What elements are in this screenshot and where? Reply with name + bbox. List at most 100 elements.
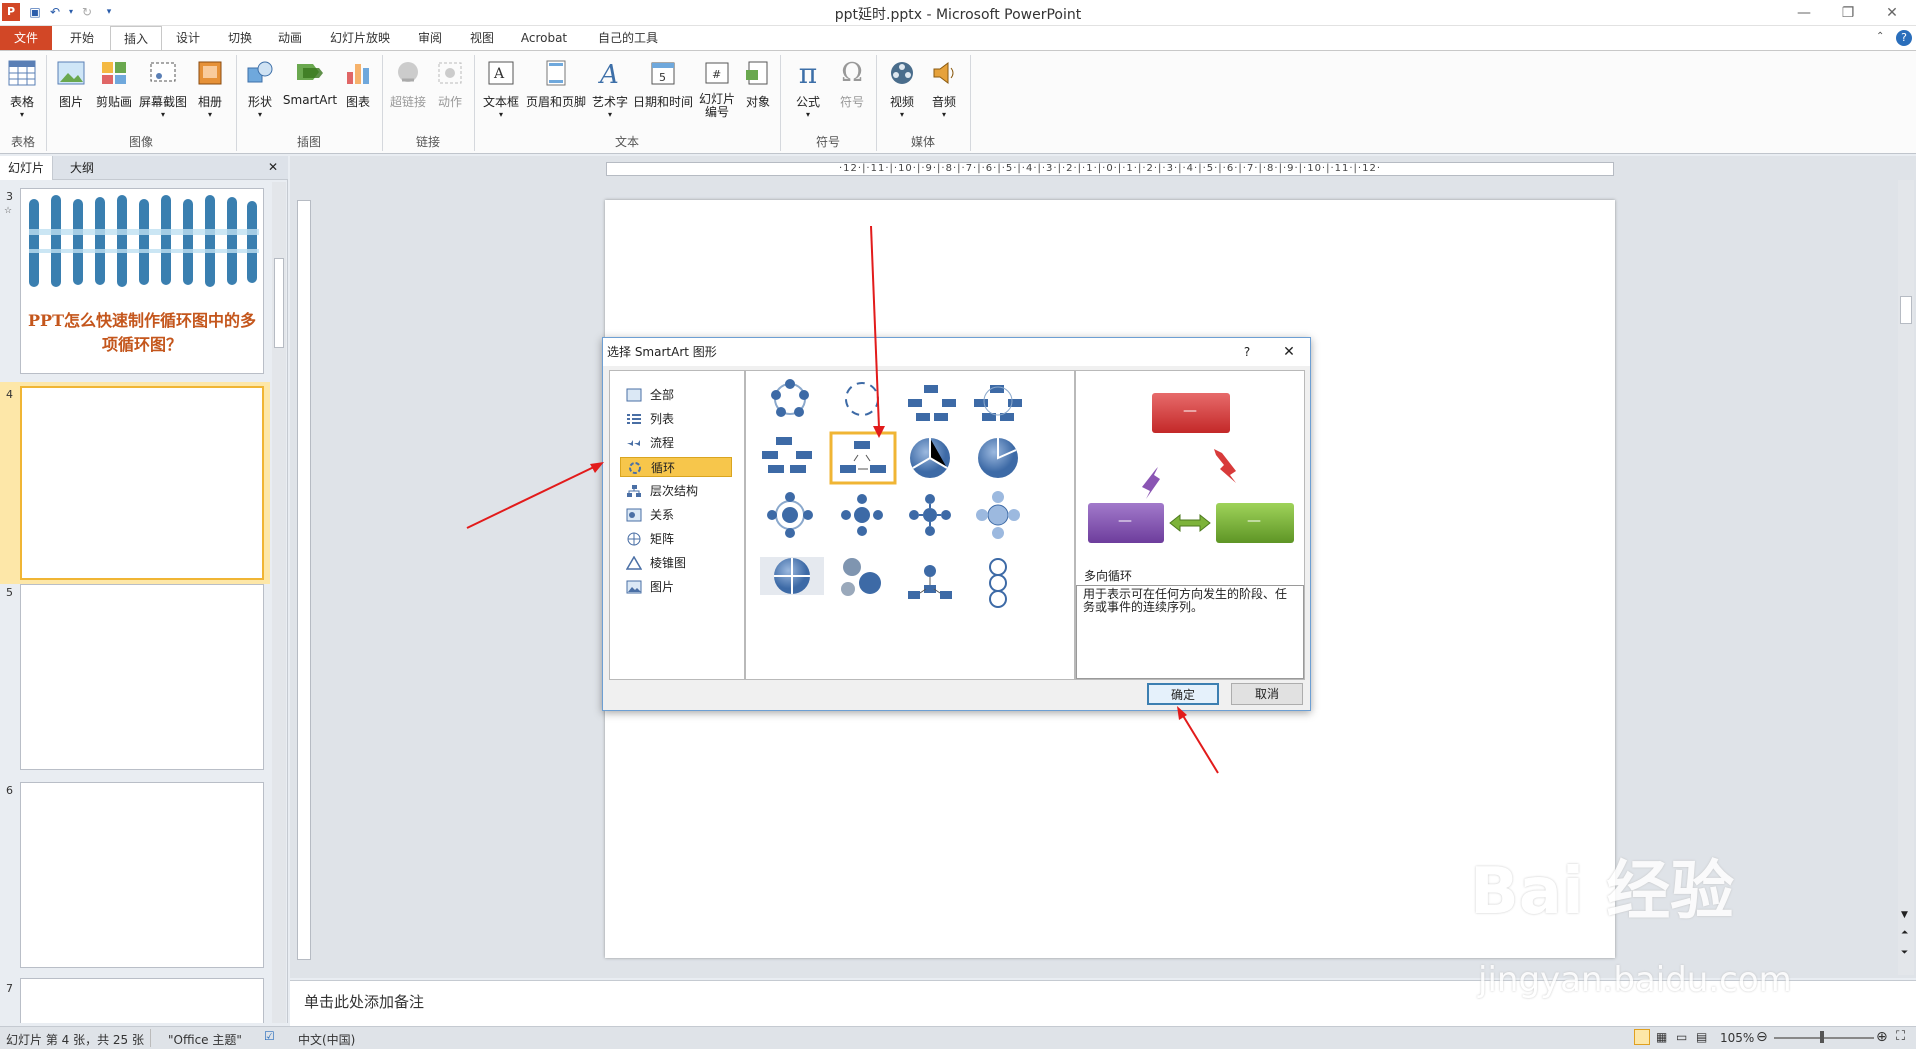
basic-radial-thumb[interactable] (841, 494, 883, 536)
cancel-button[interactable]: 取消 (1231, 683, 1303, 705)
basic-cycle-thumb[interactable] (771, 379, 809, 417)
block-cycle-thumb[interactable] (908, 385, 956, 421)
album-button[interactable]: 相册 ▾ (192, 57, 228, 119)
scroll-thumb[interactable] (274, 258, 284, 348)
object-button[interactable]: 对象 (740, 57, 776, 110)
thumbnail-scrollbar[interactable] (272, 182, 286, 1023)
tab-view[interactable]: 视图 (462, 26, 502, 50)
category-hierarchy[interactable]: 层次结构 (620, 481, 732, 501)
tab-custom-tools[interactable]: 自己的工具 (590, 26, 666, 50)
category-list[interactable]: 列表 (620, 409, 732, 429)
tab-acrobat[interactable]: Acrobat (516, 26, 572, 50)
slide-thumbnail-7[interactable] (20, 978, 264, 1023)
editor-scrollbar[interactable]: ▼ ⏶ ⏷ (1898, 180, 1914, 975)
audio-button[interactable]: 音频 ▾ (924, 57, 964, 119)
reading-view-icon[interactable]: ▭ (1676, 1030, 1687, 1044)
preview-shape-text: — (1118, 513, 1132, 529)
nondirectional-cycle-thumb[interactable] (974, 385, 1022, 421)
tab-transitions[interactable]: 切换 (218, 26, 262, 50)
segmented-cycle-thumb[interactable] (910, 438, 950, 478)
dialog-help-button[interactable]: ? (1237, 338, 1257, 366)
multidirectional-cycle-selected[interactable] (829, 431, 897, 485)
wordart-button[interactable]: A 艺术字 ▾ (590, 57, 630, 119)
datetime-button[interactable]: 5 日期和时间 (632, 57, 694, 110)
scroll-thumb[interactable] (1900, 296, 1912, 324)
dialog-close-button[interactable]: ✕ (1277, 338, 1301, 366)
slide-thumbnail-3[interactable]: PPT怎么快速制作循环图中的多项循环图？ (20, 188, 264, 374)
help-icon[interactable]: ? (1896, 30, 1912, 46)
tab-animations[interactable]: 动画 (268, 26, 312, 50)
close-window-icon[interactable]: ✕ (1872, 2, 1912, 24)
zoom-slider[interactable] (1774, 1037, 1874, 1039)
tab-outline[interactable]: 大纲 (62, 156, 102, 180)
text-cycle-thumb[interactable] (845, 382, 879, 416)
header-footer-button[interactable]: 页眉和页脚 (524, 57, 588, 110)
equation-button[interactable]: π 公式 ▾ (786, 57, 830, 120)
previous-slide-icon[interactable]: ⏶ (1901, 928, 1908, 938)
tab-file[interactable]: 文件 (0, 26, 52, 50)
category-relationship[interactable]: 关系 (620, 505, 732, 525)
diverging-radial-thumb[interactable] (909, 494, 951, 536)
slide-thumbnail-4[interactable] (20, 386, 264, 580)
slide-number-button[interactable]: # 幻灯片 编号 (696, 57, 738, 119)
shapes-button[interactable]: 形状 ▾ (242, 57, 278, 119)
slide-thumbnail-5[interactable] (20, 584, 264, 770)
restore-icon[interactable]: ❐ (1828, 2, 1868, 24)
pie-cycle-thumb[interactable] (978, 438, 1018, 478)
film-reel-icon (885, 57, 919, 89)
chart-button[interactable]: 图表 (340, 57, 376, 110)
screenshot-button[interactable]: 屏幕截图 ▾ (138, 57, 188, 119)
cycle-matrix-thumb[interactable] (760, 557, 824, 595)
tab-home[interactable]: 开始 (60, 26, 104, 50)
category-picture[interactable]: 图片 (620, 577, 732, 597)
tab-design[interactable]: 设计 (166, 26, 210, 50)
slideshow-view-icon[interactable]: ▤ (1696, 1030, 1707, 1044)
tab-slideshow[interactable]: 幻灯片放映 (322, 26, 398, 50)
slide-number: 5 (6, 586, 13, 599)
minimize-icon[interactable]: — (1784, 2, 1824, 24)
category-matrix[interactable]: 矩阵 (620, 529, 732, 549)
table-button[interactable]: 表格 ▾ (2, 57, 42, 119)
tab-review[interactable]: 审阅 (410, 26, 450, 50)
fit-to-window-icon[interactable]: ⛶ (1896, 1029, 1905, 1044)
gear-thumb[interactable] (841, 558, 881, 596)
radial-cycle-thumb[interactable] (767, 492, 813, 538)
video-button[interactable]: 视频 ▾ (882, 57, 922, 119)
zoom-level[interactable]: 105% (1720, 1031, 1754, 1045)
zoom-slider-thumb[interactable] (1820, 1031, 1824, 1043)
ok-button[interactable]: 确定 (1147, 683, 1219, 705)
scroll-down-icon[interactable]: ▼ (1901, 910, 1908, 920)
next-slide-icon[interactable]: ⏷ (1901, 948, 1908, 958)
category-all[interactable]: 全部 (620, 385, 732, 405)
layout-gallery (745, 370, 1075, 680)
spellcheck-icon[interactable]: ☑ (264, 1029, 275, 1043)
tab-insert[interactable]: 插入 (110, 26, 162, 51)
theme-name[interactable]: "Office 主题" (168, 1031, 242, 1048)
category-cycle[interactable]: 循环 (620, 457, 732, 477)
collapse-ribbon-icon[interactable]: ⌃ (1876, 31, 1884, 42)
zoom-out-icon[interactable]: ⊖ (1756, 1029, 1768, 1045)
picture-button[interactable]: 图片 (52, 57, 90, 110)
radial-venn-thumb[interactable] (976, 491, 1020, 539)
normal-view-icon[interactable] (1634, 1029, 1650, 1045)
symbol-button[interactable]: Ω 符号 (832, 57, 872, 110)
language[interactable]: 中文(中国) (298, 1031, 355, 1048)
action-button[interactable]: 动作 (432, 57, 468, 110)
textbox-button[interactable]: A 文本框 ▾ (480, 57, 522, 119)
smartart-button[interactable]: SmartArt (282, 57, 338, 107)
hyperlink-button[interactable]: 超链接 (388, 57, 428, 110)
slide-thumbnail-6[interactable] (20, 782, 264, 968)
category-pyramid[interactable]: 棱锥图 (620, 553, 732, 573)
slide-info: 幻灯片 第 4 张，共 25 张 (6, 1033, 144, 1047)
continuous-cycle-thumb[interactable] (762, 437, 812, 473)
radial-cluster-thumb[interactable] (908, 565, 952, 599)
tab-slides[interactable]: 幻灯片 (0, 156, 54, 180)
vertical-ruler (297, 200, 311, 960)
zoom-in-icon[interactable]: ⊕ (1876, 1029, 1888, 1045)
circle-arrow-process-thumb[interactable] (989, 558, 1007, 608)
dialog-title: 选择 SmartArt 图形 (607, 345, 717, 359)
clipart-button[interactable]: 剪贴画 (94, 57, 134, 110)
close-pane-icon[interactable]: ✕ (268, 160, 278, 174)
slide-sorter-icon[interactable]: ▦ (1656, 1030, 1667, 1044)
category-process[interactable]: 流程 (620, 433, 732, 453)
